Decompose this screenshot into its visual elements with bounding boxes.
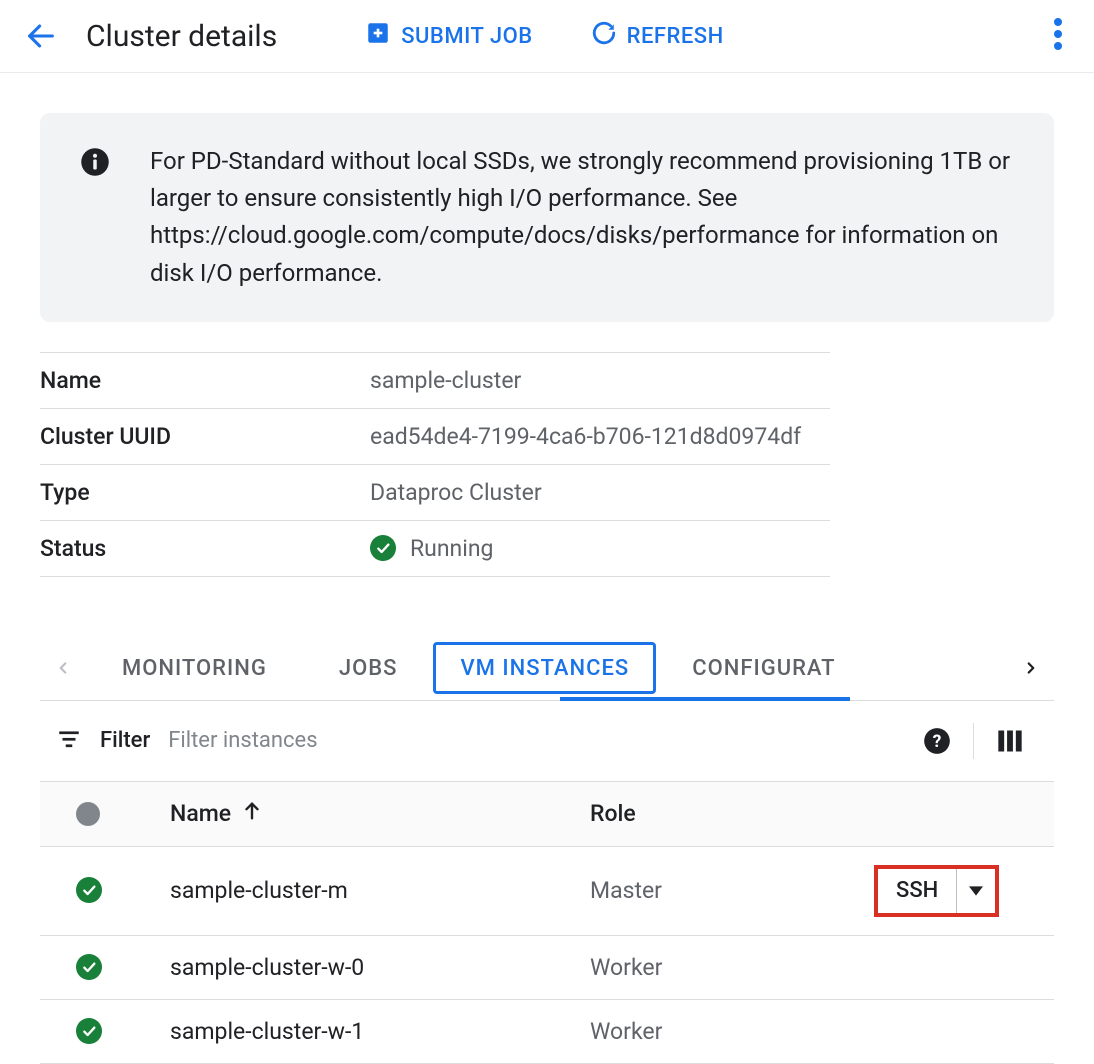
ssh-button-label[interactable]: SSH [878,869,957,913]
refresh-icon [591,20,617,52]
refresh-label: REFRESH [627,24,724,49]
plus-box-icon [365,20,391,52]
table-row[interactable]: sample-cluster-w-0 Worker [40,935,1054,999]
detail-row-name: Name sample-cluster [40,352,830,408]
table-row[interactable]: sample-cluster-w-1 Worker [40,999,1054,1063]
tab-jobs[interactable]: JOBS [303,637,434,700]
detail-label: Type [40,464,370,520]
tab-scroll-left-icon[interactable] [40,654,86,682]
table-header-row: Name Role [40,782,1054,847]
filter-icon [48,726,82,756]
detail-label: Status [40,520,370,576]
tab-scroll-right-icon[interactable] [1008,654,1054,682]
table-row[interactable]: sample-cluster-m Master SSH [40,846,1054,935]
active-tab-underline [560,697,850,701]
cluster-details-table: Name sample-cluster Cluster UUID ead54de… [40,352,830,577]
submit-job-label: SUBMIT JOB [401,24,532,49]
back-arrow-icon[interactable] [24,19,58,53]
page-title: Cluster details [86,19,277,54]
help-icon[interactable]: ? [901,727,973,755]
detail-value: Running [410,535,493,562]
submit-job-button[interactable]: SUBMIT JOB [365,20,532,52]
page-header: Cluster details SUBMIT JOB REFRESH [0,0,1094,73]
sort-ascending-icon[interactable] [241,800,263,828]
svg-text:?: ? [933,732,942,752]
role-column-header[interactable]: Role [590,782,874,847]
detail-value: sample-cluster [370,352,830,408]
detail-label: Name [40,352,370,408]
info-banner-text: For PD-Standard without local SSDs, we s… [150,143,1014,292]
instance-name[interactable]: sample-cluster-m [170,846,590,935]
info-banner: For PD-Standard without local SSDs, we s… [40,113,1054,322]
check-circle-icon [370,535,396,561]
instance-name[interactable]: sample-cluster-w-0 [170,935,590,999]
instance-name[interactable]: sample-cluster-w-1 [170,999,590,1063]
instances-table: Name Role sample-cluster-m Master SSH [40,782,1054,1064]
detail-value: ead54de4-7199-4ca6-b706-121d8d0974df [370,408,830,464]
check-circle-icon [76,1018,102,1044]
status-header-dot-icon [76,802,100,826]
tab-configuration[interactable]: CONFIGURAT [656,637,835,700]
columns-icon[interactable] [974,729,1046,753]
ssh-dropdown-icon[interactable] [957,869,995,913]
tab-monitoring[interactable]: MONITORING [86,637,303,700]
detail-label: Cluster UUID [40,408,370,464]
tabs-row: MONITORING JOBS VM INSTANCES CONFIGURAT [40,637,1054,701]
filter-label: Filter [100,728,150,753]
check-circle-icon [76,877,102,903]
name-column-header[interactable]: Name [170,800,231,827]
detail-row-uuid: Cluster UUID ead54de4-7199-4ca6-b706-121… [40,408,830,464]
instance-role: Worker [590,935,874,999]
check-circle-icon [76,954,102,980]
detail-row-status: Status Running [40,520,830,576]
more-menu-icon[interactable] [1046,18,1070,54]
detail-row-type: Type Dataproc Cluster [40,464,830,520]
filter-input[interactable]: Filter instances [168,728,883,753]
filter-row: Filter Filter instances ? [40,701,1054,782]
refresh-button[interactable]: REFRESH [591,20,724,52]
detail-value: Dataproc Cluster [370,464,830,520]
instance-role: Master [590,846,874,935]
info-icon [80,147,110,181]
ssh-button[interactable]: SSH [874,865,999,917]
tab-vm-instances[interactable]: VM INSTANCES [433,642,656,694]
instance-role: Worker [590,999,874,1063]
